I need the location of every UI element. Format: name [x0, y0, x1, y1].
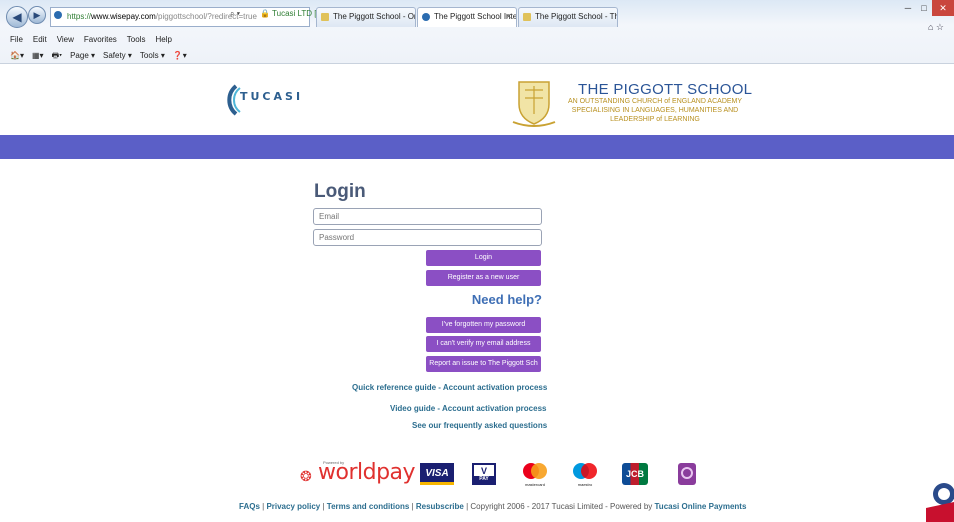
register-button[interactable]: Register as a new user [426, 270, 541, 286]
tab-1[interactable]: The Piggott School - Online Pa... [316, 7, 416, 27]
back-button[interactable]: ◀ [6, 6, 28, 28]
password-field[interactable] [313, 229, 542, 246]
login-title: Login [314, 181, 366, 202]
vpay-v: V [480, 466, 487, 476]
command-bar: 🏠▾ ▦▾ 🖶▾ Page ▾ Safety ▾ Tools ▾ ❓▾ [10, 50, 195, 64]
menu-edit[interactable]: Edit [33, 35, 47, 44]
menu-view[interactable]: View [57, 35, 74, 44]
home-cmd-icon[interactable]: 🏠▾ [10, 51, 24, 60]
school-name: THE PIGGOTT SCHOOL [578, 81, 753, 98]
cmd-page[interactable]: Page ▾ [70, 51, 95, 60]
search-dropdown-icon[interactable]: ⌕ ▾ [230, 9, 240, 19]
tab-3[interactable]: The Piggott School - The Pigg... [518, 7, 618, 27]
menu-tools[interactable]: Tools [127, 35, 146, 44]
footer: FAQs | Privacy policy | Terms and condit… [239, 502, 746, 511]
tab-favicon-icon [523, 13, 531, 21]
forgot-password-button[interactable]: I've forgotten my password [426, 317, 541, 333]
worldpay-swirl-icon: ❂ [300, 468, 312, 484]
email-field[interactable] [313, 208, 542, 225]
tab-favicon-icon [422, 13, 430, 21]
address-host: www.wisepay.com [91, 12, 156, 21]
close-window-button[interactable]: ✕ [932, 0, 954, 16]
login-button[interactable]: Login [426, 250, 541, 266]
vpay-logo: V PAY [472, 463, 496, 485]
menu-file[interactable]: File [10, 35, 23, 44]
jcb-logo: JCB [622, 463, 648, 485]
help-icon[interactable]: ❓▾ [173, 51, 187, 60]
visa-logo: VISA [420, 463, 454, 485]
footer-faqs-link[interactable]: FAQs [239, 502, 260, 511]
menu-help[interactable]: Help [155, 35, 171, 44]
cmd-safety[interactable]: Safety ▾ [103, 51, 132, 60]
video-guide-link[interactable]: Video guide - Account activation process [390, 404, 546, 413]
tab-favicon-icon [321, 13, 329, 21]
site-favicon-icon [54, 11, 62, 19]
address-scheme: https:// [67, 12, 92, 21]
vpay-pay: PAY [474, 476, 494, 483]
school-crest-icon [512, 81, 556, 127]
footer-terms-link[interactable]: Terms and conditions [327, 502, 410, 511]
mastercard-logo: mastercard [521, 463, 549, 487]
minimize-button[interactable]: ─ [900, 0, 916, 16]
header-band [0, 135, 954, 159]
footer-resubscribe-link[interactable]: Resubscribe [416, 502, 464, 511]
footer-tucasi-link[interactable]: Tucasi Online Payments [655, 502, 747, 511]
footer-privacy-link[interactable]: Privacy policy [266, 502, 320, 511]
menu-bar: File Edit View Favorites Tools Help [10, 35, 182, 44]
solo-logo [678, 463, 696, 485]
tab-2[interactable]: The Piggott School Internet...✕ [417, 7, 517, 27]
maximize-button[interactable]: □ [916, 0, 932, 16]
faq-link[interactable]: See our frequently asked questions [412, 421, 547, 430]
print-icon[interactable]: 🖶▾ [52, 51, 63, 60]
close-tab-icon[interactable]: ✕ [505, 8, 512, 26]
maestro-logo: maestro [570, 463, 600, 487]
footer-copyright: Copyright 2006 - 2017 Tucasi Limited - P… [470, 502, 653, 511]
address-path: /piggottschool/?redirect=true [155, 12, 257, 21]
home-icon[interactable]: ⌂ ☆ [928, 22, 944, 33]
tab-label: The Piggott School - The Pigg... [535, 12, 617, 21]
quick-reference-link[interactable]: Quick reference guide - Account activati… [352, 383, 547, 392]
tab-label: The Piggott School - Online Pa... [333, 12, 415, 21]
report-issue-button[interactable]: Report an issue to The Piggott Sch [426, 356, 541, 372]
feeds-icon[interactable]: ▦▾ [32, 51, 44, 60]
maestro-label: maestro [577, 482, 593, 487]
tucasi-logo-text: TUCASI [240, 90, 304, 103]
school-tagline: AN OUTSTANDING CHURCH of ENGLAND ACADEMY… [567, 98, 743, 123]
need-help-title: Need help? [471, 292, 542, 307]
forward-button[interactable]: ▶ [28, 6, 46, 24]
mastercard-label: mastercard [524, 482, 545, 487]
cant-verify-email-button[interactable]: I can't verify my email address [426, 336, 541, 352]
comodo-secure-badge[interactable] [918, 472, 954, 522]
cmd-tools[interactable]: Tools ▾ [140, 51, 165, 60]
menu-favorites[interactable]: Favorites [84, 35, 117, 44]
worldpay-logo: worldpay [318, 460, 416, 485]
